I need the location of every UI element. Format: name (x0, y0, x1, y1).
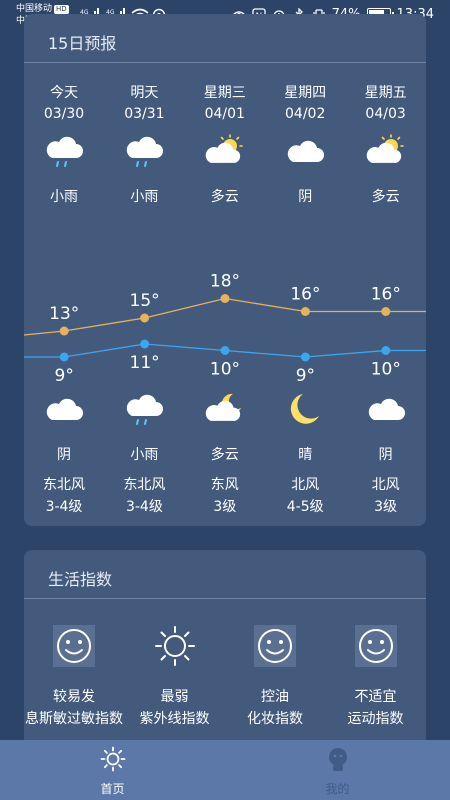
low-temp-point (59, 352, 69, 362)
day-condition: 阴 (298, 189, 313, 205)
temperature-chart: 13° 15° 18° 16° 16° 9° 11° 10° 9° 10° (24, 272, 426, 386)
carrier-1: 中国移动 HD (16, 4, 69, 14)
day-name: 星期五 (364, 85, 407, 101)
high-temp-label: 18° (210, 272, 240, 292)
low-temp-point (220, 346, 230, 355)
cloud-rain-icon (24, 134, 104, 170)
high-temp-line (24, 297, 426, 336)
high-temp-point (381, 307, 391, 316)
low-temp-point (140, 339, 150, 349)
nav-me-label: 我的 (325, 782, 350, 796)
life-index-name: 紫外线指数 (139, 711, 210, 727)
day-name: 今天 (50, 85, 78, 101)
night-condition: 小雨 (130, 447, 159, 463)
night-condition: 多云 (210, 447, 239, 463)
moon-icon (265, 392, 345, 428)
cloud-icon (265, 134, 345, 170)
day-condition: 小雨 (50, 189, 78, 205)
low-temp-label: 11° (130, 353, 160, 373)
low-temp-label: 9° (296, 366, 315, 386)
wind-direction: 北风 (371, 477, 400, 493)
day-date: 04/03 (365, 106, 406, 122)
day-condition: 多云 (210, 189, 239, 205)
low-temp-label: 10° (371, 360, 401, 380)
sun-outline-icon (125, 624, 225, 668)
low-temp-point (300, 352, 310, 362)
high-temp-point (140, 313, 150, 323)
wind-level: 4-5级 (286, 499, 324, 515)
high-temp-label: 16° (371, 285, 401, 305)
sun-nav-icon (100, 746, 126, 772)
wind-level: 3-4级 (45, 499, 83, 515)
wind-level: 3-4级 (125, 499, 163, 515)
life-index-divider (24, 598, 426, 599)
life-index-level: 最弱 (160, 689, 189, 705)
low-temp-point (381, 346, 391, 355)
life-index-title: 生活指数 (48, 570, 113, 589)
life-index-level: 控油 (261, 689, 289, 705)
high-temp-label: 13° (49, 304, 79, 324)
life-index-name: 运动指数 (347, 711, 404, 727)
wind-direction: 东北风 (43, 477, 85, 493)
wind-level: 3级 (213, 499, 237, 515)
forecast-card: 15日预报 今天 03/30 小雨阴东北风 3-4级 明天 03/31 小雨 小雨 东北风 3-4… (24, 14, 426, 526)
smiley-icon (24, 624, 124, 668)
sun-cloud-icon (346, 134, 426, 170)
life-index-card: 生活指数 较易发息斯敏过敏指数 最弱紫外线指数 控油化妆指数 不适宜运动指数 (24, 550, 426, 750)
user-icon (329, 748, 347, 771)
smiley-icon (326, 624, 426, 668)
sun-cloud-icon (185, 134, 265, 170)
cloud-icon (24, 392, 104, 428)
life-index-level: 较易发 (53, 689, 95, 705)
day-name: 星期四 (284, 85, 327, 101)
life-index-level: 不适宜 (354, 689, 397, 705)
day-name: 明天 (130, 85, 159, 101)
hd-badge: HD (54, 5, 69, 14)
wind-direction: 东风 (210, 477, 239, 493)
high-temp-point (220, 294, 230, 303)
day-name: 星期三 (203, 85, 246, 101)
high-temp-point (300, 307, 310, 316)
cloud-icon (346, 392, 426, 428)
high-temp-label: 15° (130, 291, 160, 311)
smiley-icon (225, 624, 325, 668)
forecast-title: 15日预报 (48, 34, 117, 53)
nav-me[interactable]: 我的 (225, 740, 450, 800)
cloud-rain-icon (104, 392, 184, 428)
bottom-nav: 首页 我的 (0, 740, 450, 800)
wind-direction: 东北风 (123, 477, 166, 493)
moon-cloud-icon (185, 392, 265, 428)
nav-home-label: 首页 (100, 782, 125, 796)
night-condition: 晴 (298, 447, 313, 463)
carrier-1-name: 中国移动 (16, 4, 53, 14)
night-condition: 阴 (378, 447, 393, 463)
forecast-divider (24, 62, 426, 63)
cloud-rain-icon (104, 134, 184, 170)
day-date: 04/02 (285, 106, 326, 122)
low-temp-label: 9° (55, 366, 74, 386)
night-condition: 阴 (57, 447, 71, 463)
life-index-name: 化妆指数 (247, 711, 303, 727)
day-condition: 多云 (371, 189, 400, 205)
low-temp-label: 10° (210, 360, 240, 380)
day-date: 03/30 (43, 106, 85, 122)
high-temp-label: 16° (290, 285, 320, 305)
day-date: 04/01 (204, 106, 245, 122)
nav-home[interactable]: 首页 (0, 740, 225, 800)
wind-level: 3级 (374, 499, 398, 515)
high-temp-point (59, 326, 69, 336)
day-date: 03/31 (124, 106, 165, 122)
life-index-name: 息斯敏过敏指数 (25, 711, 123, 727)
wind-direction: 北风 (291, 477, 320, 493)
day-condition: 小雨 (130, 189, 159, 205)
